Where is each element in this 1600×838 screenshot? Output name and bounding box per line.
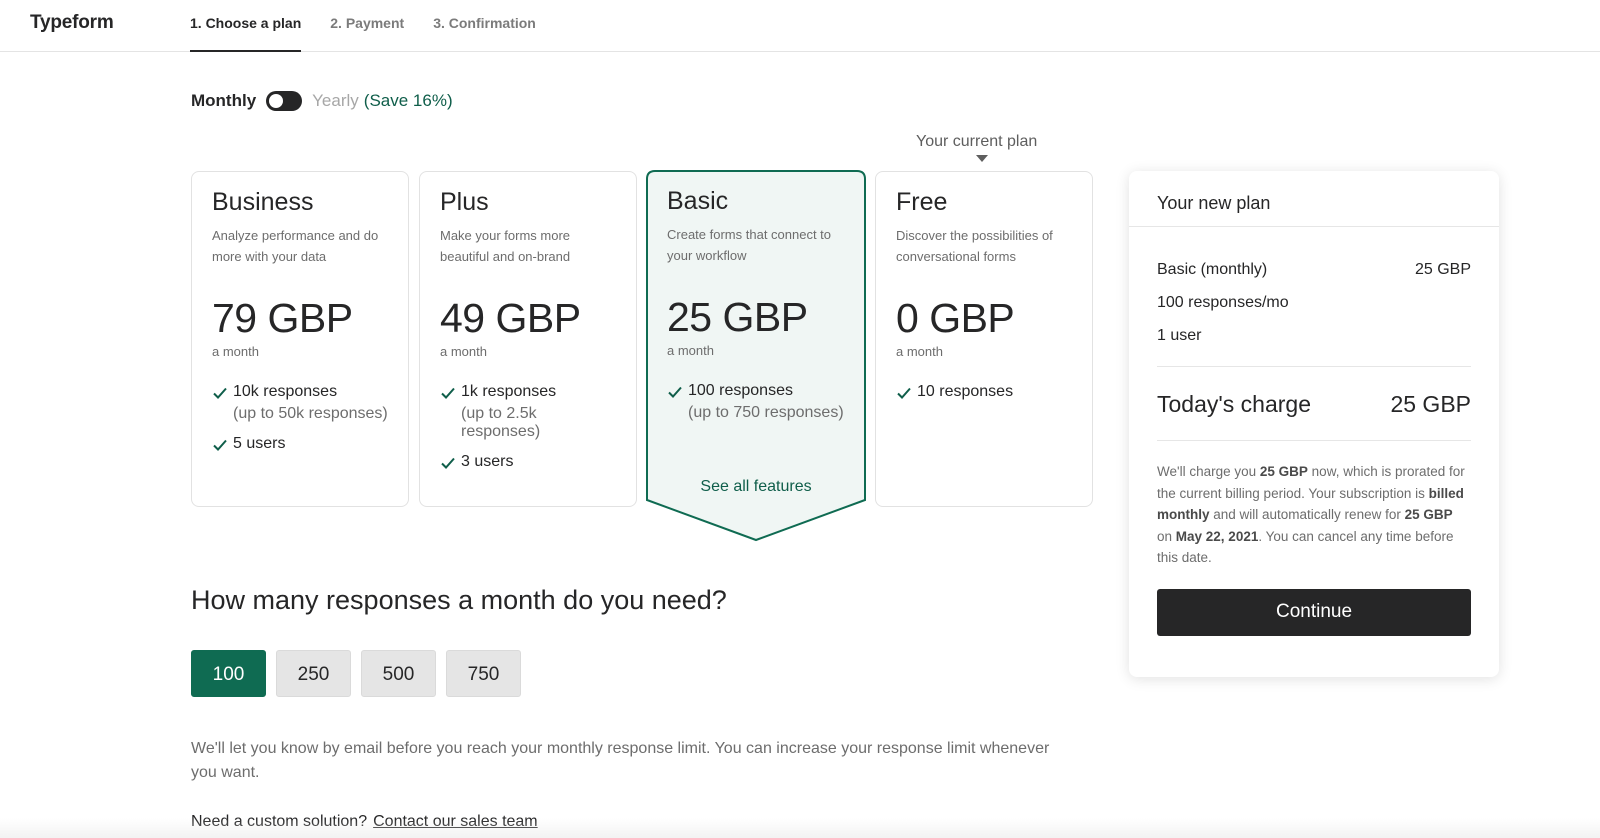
plan-description: Analyze performance and do more with you… xyxy=(212,228,379,264)
plan-feature: 100 responses (up to 750 responses) xyxy=(667,382,845,422)
current-plan-label: Your current plan xyxy=(916,133,1038,150)
response-option-100[interactable]: 100 xyxy=(191,650,266,697)
feature-text: 3 users xyxy=(461,453,514,470)
plan-card-basic[interactable]: Basic Create forms that connect to your … xyxy=(646,170,866,542)
responses-options: 100 250 500 750 xyxy=(191,650,531,697)
monthly-label[interactable]: Monthly xyxy=(191,91,256,111)
charge-note: We'll charge you 25 GBP now, which is pr… xyxy=(1157,461,1471,569)
todays-charge-value: 25 GBP xyxy=(1390,391,1471,417)
plan-feature: 5 users xyxy=(212,435,388,453)
feature-text: 1k responses xyxy=(461,383,557,400)
plan-name: Free xyxy=(896,188,948,216)
feature-text: 5 users xyxy=(233,435,286,452)
plan-feature: 1k responses (up to 2.5k responses) xyxy=(440,383,616,441)
custom-solution-text: Need a custom solution? xyxy=(191,813,368,830)
continue-button[interactable]: Continue xyxy=(1157,588,1471,636)
summary-users: 1 user xyxy=(1157,327,1202,344)
plan-feature: 10 responses xyxy=(896,383,1072,401)
feature-text: 10 responses xyxy=(917,383,1014,400)
top-bar: Typeform 1. Choose a plan 2. Payment 3. … xyxy=(0,0,1600,52)
check-icon xyxy=(441,457,455,469)
plan-name: Basic xyxy=(667,187,729,215)
check-icon xyxy=(213,439,227,451)
summary-title: Your new plan xyxy=(1129,171,1499,227)
plan-feature: 3 users xyxy=(440,453,616,471)
divider xyxy=(1157,440,1471,441)
plan-card-plus[interactable]: Plus Make your forms more beautiful and … xyxy=(419,171,637,507)
note-text: We'll charge you xyxy=(1157,464,1260,479)
plan-description: Make your forms more beautiful and on-br… xyxy=(440,228,571,264)
checkout-steps: 1. Choose a plan 2. Payment 3. Confirmat… xyxy=(190,0,565,52)
plan-description: Create forms that connect to your workfl… xyxy=(667,227,832,263)
feature-text: 100 responses xyxy=(688,382,793,399)
caret-down-icon xyxy=(976,155,988,162)
note-renew-amount: 25 GBP xyxy=(1404,507,1453,522)
note-amount: 25 GBP xyxy=(1259,464,1308,479)
todays-charge-row: Today's charge 25 GBP xyxy=(1157,391,1471,418)
billing-toggle-switch[interactable] xyxy=(266,91,303,111)
feature-subtext: (up to 50k responses) xyxy=(233,405,388,422)
feature-subtext: (up to 750 responses) xyxy=(688,404,844,421)
summary-plan-name: Basic (monthly) xyxy=(1157,261,1268,278)
yearly-label[interactable]: Yearly xyxy=(312,91,359,111)
summary-plan-row: Basic (monthly) 25 GBP xyxy=(1157,261,1471,279)
plan-name: Business xyxy=(212,188,314,216)
step-confirmation[interactable]: 3. Confirmation xyxy=(433,0,536,52)
plan-description: Discover the possibilities of conversati… xyxy=(896,228,1053,264)
feature-subtext: (up to 2.5k responses) xyxy=(461,405,541,440)
note-text: on xyxy=(1157,528,1176,544)
check-icon xyxy=(668,386,682,398)
todays-charge-label: Today's charge xyxy=(1157,391,1311,417)
response-option-750[interactable]: 750 xyxy=(446,650,521,697)
plan-period: a month xyxy=(440,344,487,359)
response-option-500[interactable]: 500 xyxy=(361,650,436,697)
plan-card-content: Basic Create forms that connect to your … xyxy=(647,187,865,422)
new-plan-summary: Your new plan Basic (monthly) 25 GBP 100… xyxy=(1129,171,1499,677)
check-icon xyxy=(441,387,455,399)
yearly-savings-label: (Save 16%) xyxy=(363,91,453,110)
plan-card-free[interactable]: Free Discover the possibilities of conve… xyxy=(875,171,1093,507)
divider xyxy=(1157,366,1471,367)
plan-card-business[interactable]: Business Analyze performance and do more… xyxy=(191,171,409,507)
billing-period-toggle: Monthly Yearly (Save 16%) xyxy=(191,91,453,111)
check-icon xyxy=(897,387,911,399)
plan-price: 0 GBP xyxy=(896,295,1015,341)
check-icon xyxy=(213,387,227,399)
plan-name: Plus xyxy=(440,188,489,216)
feature-text: 10k responses xyxy=(233,383,338,400)
plan-price: 49 GBP xyxy=(440,295,581,341)
step-payment[interactable]: 2. Payment xyxy=(330,0,404,52)
see-all-features-link[interactable]: See all features xyxy=(647,478,865,496)
summary-plan-price: 25 GBP xyxy=(1414,261,1471,278)
contact-sales-link[interactable]: Contact our sales team xyxy=(373,813,538,830)
plan-period: a month xyxy=(212,344,259,359)
plan-feature: 10k responses (up to 50k responses) xyxy=(212,383,388,423)
plan-price: 25 GBP xyxy=(667,294,808,340)
typeform-logo[interactable]: Typeform xyxy=(30,12,114,34)
summary-responses: 100 responses/mo xyxy=(1157,294,1289,311)
step-choose-plan[interactable]: 1. Choose a plan xyxy=(190,0,302,52)
plan-period: a month xyxy=(667,343,714,358)
responses-question: How many responses a month do you need? xyxy=(191,585,727,615)
note-text: and will automatically renew for xyxy=(1209,507,1405,522)
toggle-knob xyxy=(269,94,284,108)
response-option-250[interactable]: 250 xyxy=(276,650,351,697)
note-renew-date: May 22, 2021 xyxy=(1175,528,1259,544)
custom-solution: Need a custom solution? Contact our sales… xyxy=(191,813,538,831)
plan-period: a month xyxy=(896,344,943,359)
response-limit-notice: We'll let you know by email before you r… xyxy=(191,740,1050,781)
plan-price: 79 GBP xyxy=(212,295,353,341)
